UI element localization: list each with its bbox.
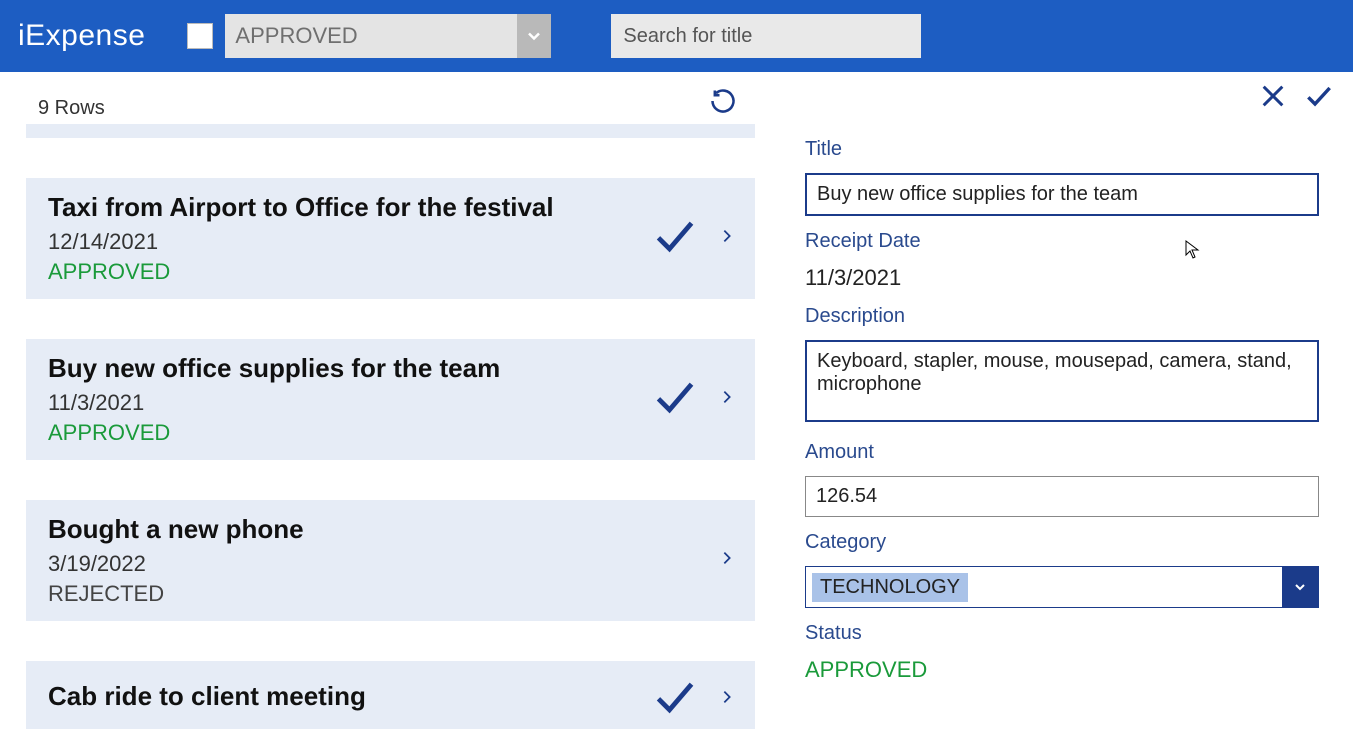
expense-card-date: 3/19/2022 [48,551,304,577]
filter-status-select[interactable]: APPROVED [225,14,551,58]
check-icon[interactable] [649,675,701,724]
chevron-right-icon[interactable] [719,383,735,416]
status-value: APPROVED [805,657,1319,683]
close-icon[interactable] [1257,80,1289,117]
chevron-down-icon [517,14,551,58]
amount-input[interactable] [805,476,1319,517]
chevron-down-icon [1282,567,1318,607]
app-title: iExpense [18,19,145,53]
title-input[interactable] [805,173,1319,216]
expense-card[interactable]: Cab ride to client meeting [26,661,755,729]
label-description: Description [805,305,1319,328]
check-icon[interactable] [649,375,701,424]
description-textarea[interactable] [805,340,1319,422]
label-amount: Amount [805,441,1319,464]
row-count-label: 9 Rows [38,97,105,120]
expense-card-status: APPROVED [48,420,500,446]
accept-check-icon[interactable] [1303,80,1335,117]
expense-card[interactable]: Taxi from Airport to Office for the fest… [26,178,755,299]
expense-card-title: Cab ride to client meeting [48,681,366,712]
detail-scroll[interactable]: Title Receipt Date 11/3/2021 Description… [755,124,1353,729]
label-receipt-date: Receipt Date [805,230,1319,253]
expense-list-scroll[interactable]: Taxi from Airport to Office for the fest… [26,124,755,729]
label-status: Status [805,622,1319,645]
expense-card[interactable]: Buy new office supplies for the team 11/3… [26,339,755,460]
app-header: iExpense APPROVED [0,0,1353,72]
receipt-date-value: 11/3/2021 [805,265,1319,291]
label-title: Title [805,138,1319,161]
label-category: Category [805,531,1319,554]
expense-card-date: 12/14/2021 [48,229,554,255]
expense-card-title: Buy new office supplies for the team [48,353,500,384]
expense-detail-panel: Title Receipt Date 11/3/2021 Description… [755,72,1353,729]
expense-card-title: Taxi from Airport to Office for the fest… [48,192,554,223]
chevron-right-icon[interactable] [719,683,735,716]
expense-card-status: REJECTED [48,581,304,607]
refresh-icon[interactable] [709,87,737,120]
category-value: TECHNOLOGY [812,573,968,602]
expense-card-status: APPROVED [48,259,554,285]
search-input[interactable] [611,14,921,58]
header-checkbox[interactable] [187,23,213,49]
expense-card-date: 11/3/2021 [48,390,500,416]
expense-list-panel: 9 Rows Taxi from Airport to Office for t… [0,72,755,729]
check-icon[interactable] [649,214,701,263]
category-select[interactable]: TECHNOLOGY [805,566,1319,608]
expense-card-title: Bought a new phone [48,514,304,545]
chevron-right-icon[interactable] [719,222,735,255]
filter-status-value: APPROVED [235,23,357,49]
expense-card[interactable]: Bought a new phone 3/19/2022 REJECTED [26,500,755,621]
chevron-right-icon[interactable] [719,544,735,577]
